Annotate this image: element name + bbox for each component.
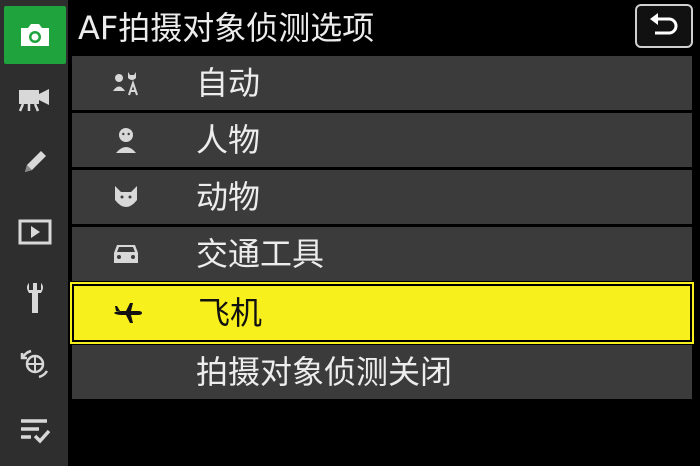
sidebar-item-setup[interactable] xyxy=(4,270,66,326)
menu-sidebar xyxy=(0,0,68,466)
option-label: 拍摄对象侦测关闭 xyxy=(196,353,453,391)
option-airplanes[interactable]: 飞机 xyxy=(72,284,692,342)
camera-icon xyxy=(21,24,49,46)
option-auto[interactable]: 自动 xyxy=(72,56,692,110)
option-vehicles[interactable]: 交通工具 xyxy=(72,227,692,281)
sidebar-item-custom-settings[interactable] xyxy=(4,134,66,190)
wrench-icon xyxy=(27,283,43,313)
option-label: 交通工具 xyxy=(196,235,325,273)
option-people[interactable]: 人物 xyxy=(72,113,692,167)
sidebar-item-movie-shooting[interactable] xyxy=(4,70,66,126)
auto-subject-icon xyxy=(108,65,144,101)
pencil-icon xyxy=(25,151,46,172)
airplane-icon xyxy=(110,295,146,331)
sidebar-item-playback[interactable] xyxy=(4,204,66,260)
back-button[interactable] xyxy=(635,4,693,48)
option-label: 飞机 xyxy=(198,294,263,332)
vehicle-icon xyxy=(108,236,144,272)
return-arrow-icon xyxy=(650,13,678,35)
menu-header: AF拍摄对象侦测选项 xyxy=(68,0,700,56)
animal-icon xyxy=(108,179,144,215)
person-icon xyxy=(108,122,144,158)
sidebar-item-network[interactable] xyxy=(4,336,66,392)
subject-detection-options-list: 自动 人物 动物 交通工具 飞机 拍摄对象侦测关闭 xyxy=(72,56,692,402)
option-label: 自动 xyxy=(196,64,261,102)
camera-menu-screen: AF拍摄对象侦测选项 自动 人物 动物 交通工具 飞机 拍摄对象侦测关闭 xyxy=(0,0,700,466)
option-label: 动物 xyxy=(196,178,261,216)
sidebar-item-photo-shooting[interactable] xyxy=(4,6,66,64)
option-animals[interactable]: 动物 xyxy=(72,170,692,224)
page-title: AF拍摄对象侦测选项 xyxy=(78,9,375,47)
movie-icon xyxy=(18,89,49,112)
option-label: 人物 xyxy=(196,121,261,159)
playback-icon xyxy=(18,219,52,245)
network-icon xyxy=(20,349,49,379)
my-menu-icon xyxy=(21,419,51,444)
sidebar-item-my-menu[interactable] xyxy=(4,402,66,458)
menu-main-panel: AF拍摄对象侦测选项 自动 人物 动物 交通工具 飞机 拍摄对象侦测关闭 xyxy=(68,0,700,466)
option-subject-detection-off[interactable]: 拍摄对象侦测关闭 xyxy=(72,345,692,399)
